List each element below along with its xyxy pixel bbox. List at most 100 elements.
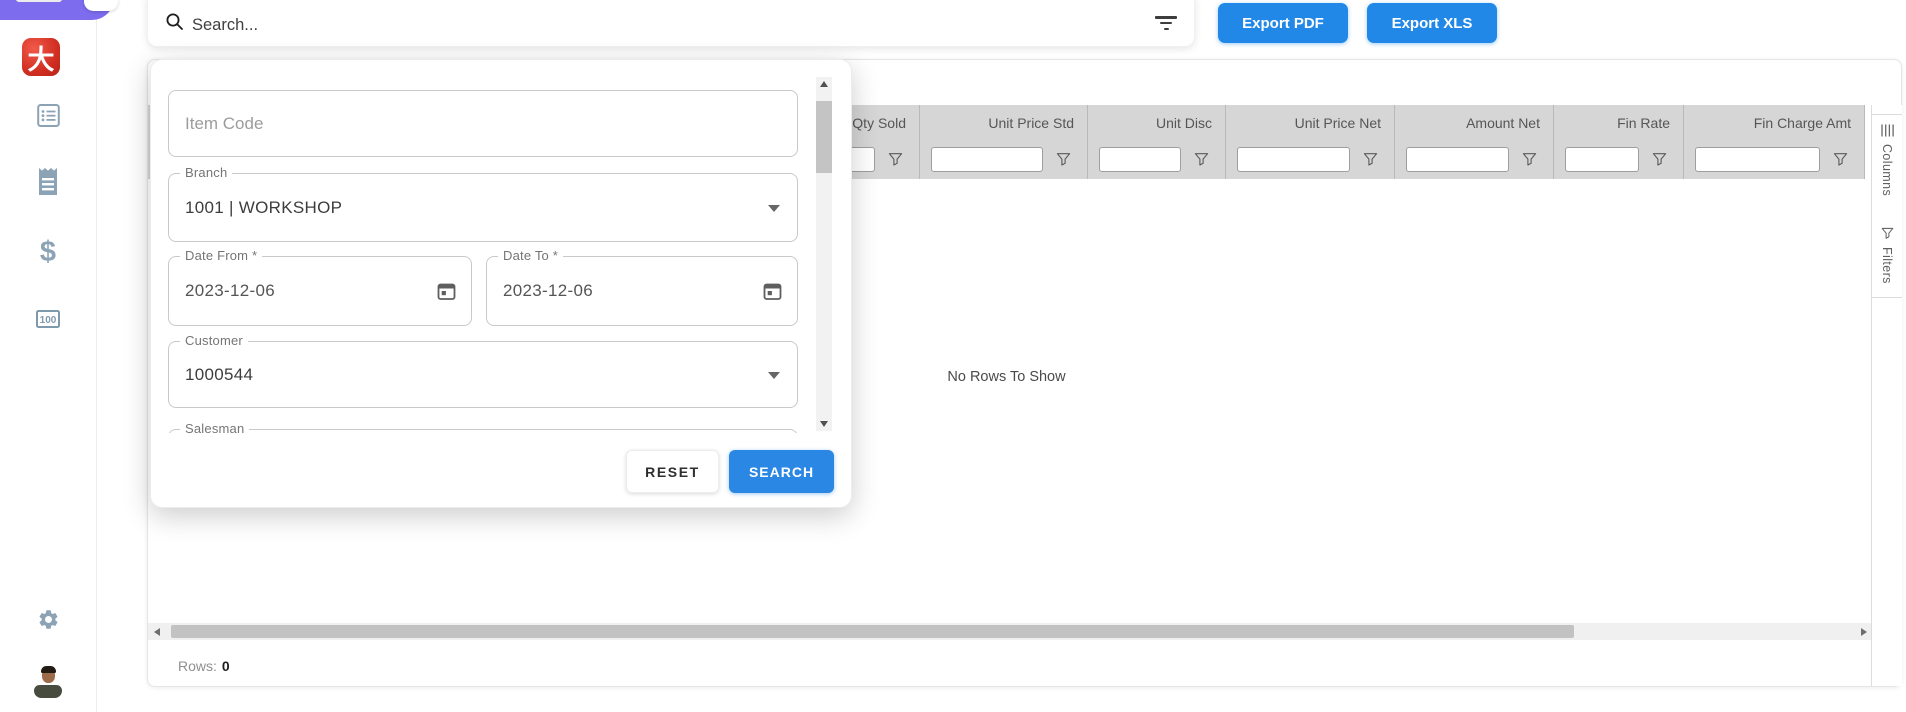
branch-value: 1001 | WORKSHOP (185, 197, 343, 217)
funnel-icon (1652, 153, 1667, 166)
sidebar: 大 $ 100 (0, 0, 118, 712)
filter-input-fin-rate[interactable] (1565, 147, 1639, 172)
filter-menu-button-fin-charge-amt[interactable] (1833, 152, 1848, 167)
reset-button[interactable]: RESET (626, 450, 719, 493)
banknote-label: 100 (40, 315, 57, 326)
search-bar-card (147, 0, 1195, 47)
funnel-icon (1194, 153, 1209, 166)
scroll-right-arrow[interactable] (1854, 623, 1872, 640)
funnel-icon (1833, 153, 1848, 166)
column-header-unit-price-net[interactable]: Unit Price Net (1226, 105, 1395, 140)
filter-input-amount-net[interactable] (1406, 147, 1509, 172)
column-header-amount-net[interactable]: Amount Net (1395, 105, 1554, 140)
avatar-body (34, 685, 62, 698)
filter-menu-button-amount-net[interactable] (1522, 152, 1537, 167)
calendar-icon[interactable] (436, 281, 457, 302)
calendar-icon[interactable] (762, 281, 783, 302)
search-button[interactable]: SEARCH (729, 450, 834, 493)
tab-columns-label: Columns (1880, 144, 1894, 197)
filter-input-unit-price-net[interactable] (1237, 147, 1350, 172)
date-to-value: 2023-12-06 (503, 281, 593, 300)
scroll-down-arrow[interactable] (816, 417, 832, 431)
chevron-down-icon[interactable] (768, 204, 780, 212)
sidebar-item-settings[interactable] (0, 608, 96, 631)
filter-lines-icon (1155, 16, 1177, 19)
tab-filters[interactable]: Filters (1872, 218, 1902, 298)
filter-menu-button-fin-rate[interactable] (1652, 152, 1667, 167)
dollar-icon: $ (39, 236, 57, 268)
date-from-value: 2023-12-06 (185, 281, 275, 300)
invoice-icon (16, 0, 62, 2)
date-from-label: Date From * (180, 248, 263, 263)
tab-columns[interactable]: Columns (1872, 114, 1902, 219)
filter-menu-button-unit-disc[interactable] (1194, 152, 1209, 167)
branch-select[interactable]: Branch 1001 | WORKSHOP (168, 165, 798, 242)
list-icon (36, 104, 60, 127)
date-to-label: Date To * (498, 248, 564, 263)
sidebar-item-receipt[interactable] (0, 166, 96, 197)
tab-filters-label: Filters (1880, 247, 1894, 284)
sidebar-pill (84, 0, 118, 11)
scroll-left-arrow[interactable] (148, 623, 166, 640)
horizontal-scrollbar[interactable] (148, 623, 1872, 640)
funnel-icon (888, 153, 903, 166)
filter-input-unit-price-std[interactable] (931, 147, 1043, 172)
search-input[interactable] (190, 11, 1054, 39)
grid-status-bar: Rows: 0 (148, 646, 1901, 686)
chevron-down-icon[interactable] (768, 371, 780, 379)
funnel-icon (1056, 153, 1071, 166)
filter-menu-button-qty-sold[interactable] (888, 152, 903, 167)
brand-logo[interactable]: 大 (22, 38, 60, 76)
popup-scrollbar-thumb[interactable] (816, 101, 832, 173)
filter-cell-unit-price-net (1226, 140, 1395, 179)
column-header-fin-rate[interactable]: Fin Rate (1554, 105, 1684, 140)
column-header-unit-disc[interactable]: Unit Disc (1088, 105, 1226, 140)
filter-cell-amount-net (1395, 140, 1554, 179)
customer-label: Customer (180, 333, 248, 348)
filter-cell-fin-charge-amt (1684, 140, 1865, 179)
salesman-select[interactable]: Salesman (168, 421, 798, 433)
filter-menu-button-unit-price-net[interactable] (1363, 152, 1378, 167)
item-code-input[interactable] (168, 90, 798, 157)
sidebar-item-sales[interactable]: $ (0, 236, 96, 268)
date-from-field[interactable]: Date From * 2023-12-06 (168, 248, 472, 326)
export-xls-button[interactable]: Export XLS (1367, 3, 1497, 43)
filter-cell-unit-disc (1088, 140, 1226, 179)
avatar-hair (40, 666, 56, 673)
filter-menu-button-unit-price-std[interactable] (1056, 152, 1071, 167)
filter-toggle-button[interactable] (1154, 16, 1178, 34)
horizontal-scrollbar-thumb[interactable] (171, 625, 1574, 638)
rows-count-label: Rows: (178, 658, 217, 674)
funnel-icon (1522, 153, 1537, 166)
salesman-label: Salesman (180, 421, 250, 433)
brand-logo-glyph: 大 (27, 44, 55, 75)
filter-cell-unit-price-std (920, 140, 1088, 179)
branch-label: Branch (180, 165, 233, 180)
gear-icon (39, 610, 57, 629)
filter-cell-fin-rate (1554, 140, 1684, 179)
date-to-field[interactable]: Date To * 2023-12-06 (486, 248, 798, 326)
search-filter-popup: Branch 1001 | WORKSHOP Date From * 2023-… (150, 59, 852, 508)
receipt-icon (39, 168, 57, 195)
export-pdf-button[interactable]: Export PDF (1218, 3, 1348, 43)
filter-input-unit-disc[interactable] (1099, 147, 1181, 172)
column-header-fin-charge-amt[interactable]: Fin Charge Amt (1684, 105, 1865, 140)
scroll-up-arrow[interactable] (816, 77, 832, 91)
columns-icon (1880, 124, 1894, 137)
customer-value: 1000544 (185, 364, 254, 384)
banknote-icon: 100 (36, 310, 60, 328)
customer-select[interactable]: Customer 1000544 (168, 333, 798, 408)
grid-side-panel: Columns Filters (1871, 105, 1902, 686)
sidebar-item-list[interactable] (0, 102, 96, 129)
column-header-unit-price-std[interactable]: Unit Price Std (920, 105, 1088, 140)
app-root: 大 $ 100 Search... Export PDF Export XLS … (0, 0, 1906, 712)
filter-popup-fields: Branch 1001 | WORKSHOP Date From * 2023-… (168, 75, 798, 433)
filter-input-fin-charge-amt[interactable] (1695, 147, 1820, 172)
popup-scrollbar[interactable] (816, 77, 832, 431)
user-avatar[interactable] (34, 666, 62, 698)
sidebar-item-banknote[interactable]: 100 (0, 310, 96, 328)
search-icon (166, 13, 183, 30)
rows-count-value: 0 (221, 658, 230, 674)
funnel-icon (1881, 227, 1893, 239)
funnel-icon (1363, 153, 1378, 166)
